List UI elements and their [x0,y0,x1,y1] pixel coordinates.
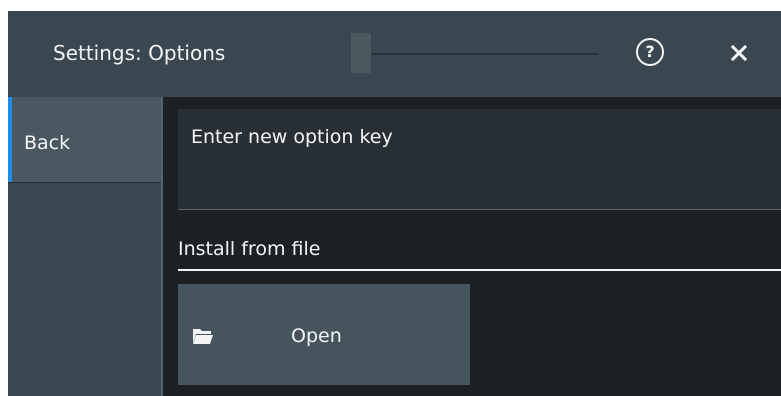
title-bar: Settings: Options ? [8,11,781,97]
options-dialog: Settings: Options ? Back Enter new optio… [8,11,781,396]
install-divider [178,269,781,271]
close-button[interactable] [730,44,748,62]
open-file-button[interactable]: Open [178,284,470,385]
option-key-label: Enter new option key [191,126,393,148]
option-key-input[interactable]: Enter new option key [178,109,781,209]
dialog-scroll-track[interactable] [351,53,598,55]
help-icon: ? [645,42,655,61]
sidebar-border [161,97,163,396]
sidebar-item-back[interactable]: Back [8,97,161,182]
close-icon [730,44,748,62]
sidebar: Back [8,97,161,396]
sidebar-item-label: Back [24,132,71,154]
open-button-label: Open [291,325,342,347]
folder-open-icon [193,329,213,344]
help-button[interactable]: ? [636,38,664,66]
install-from-file-heading: Install from file [178,238,321,260]
dialog-title: Settings: Options [53,41,226,65]
option-key-underline [178,209,781,210]
dialog-scroll-handle[interactable] [351,33,371,73]
sidebar-divider [8,182,161,183]
selected-indicator [8,97,12,182]
